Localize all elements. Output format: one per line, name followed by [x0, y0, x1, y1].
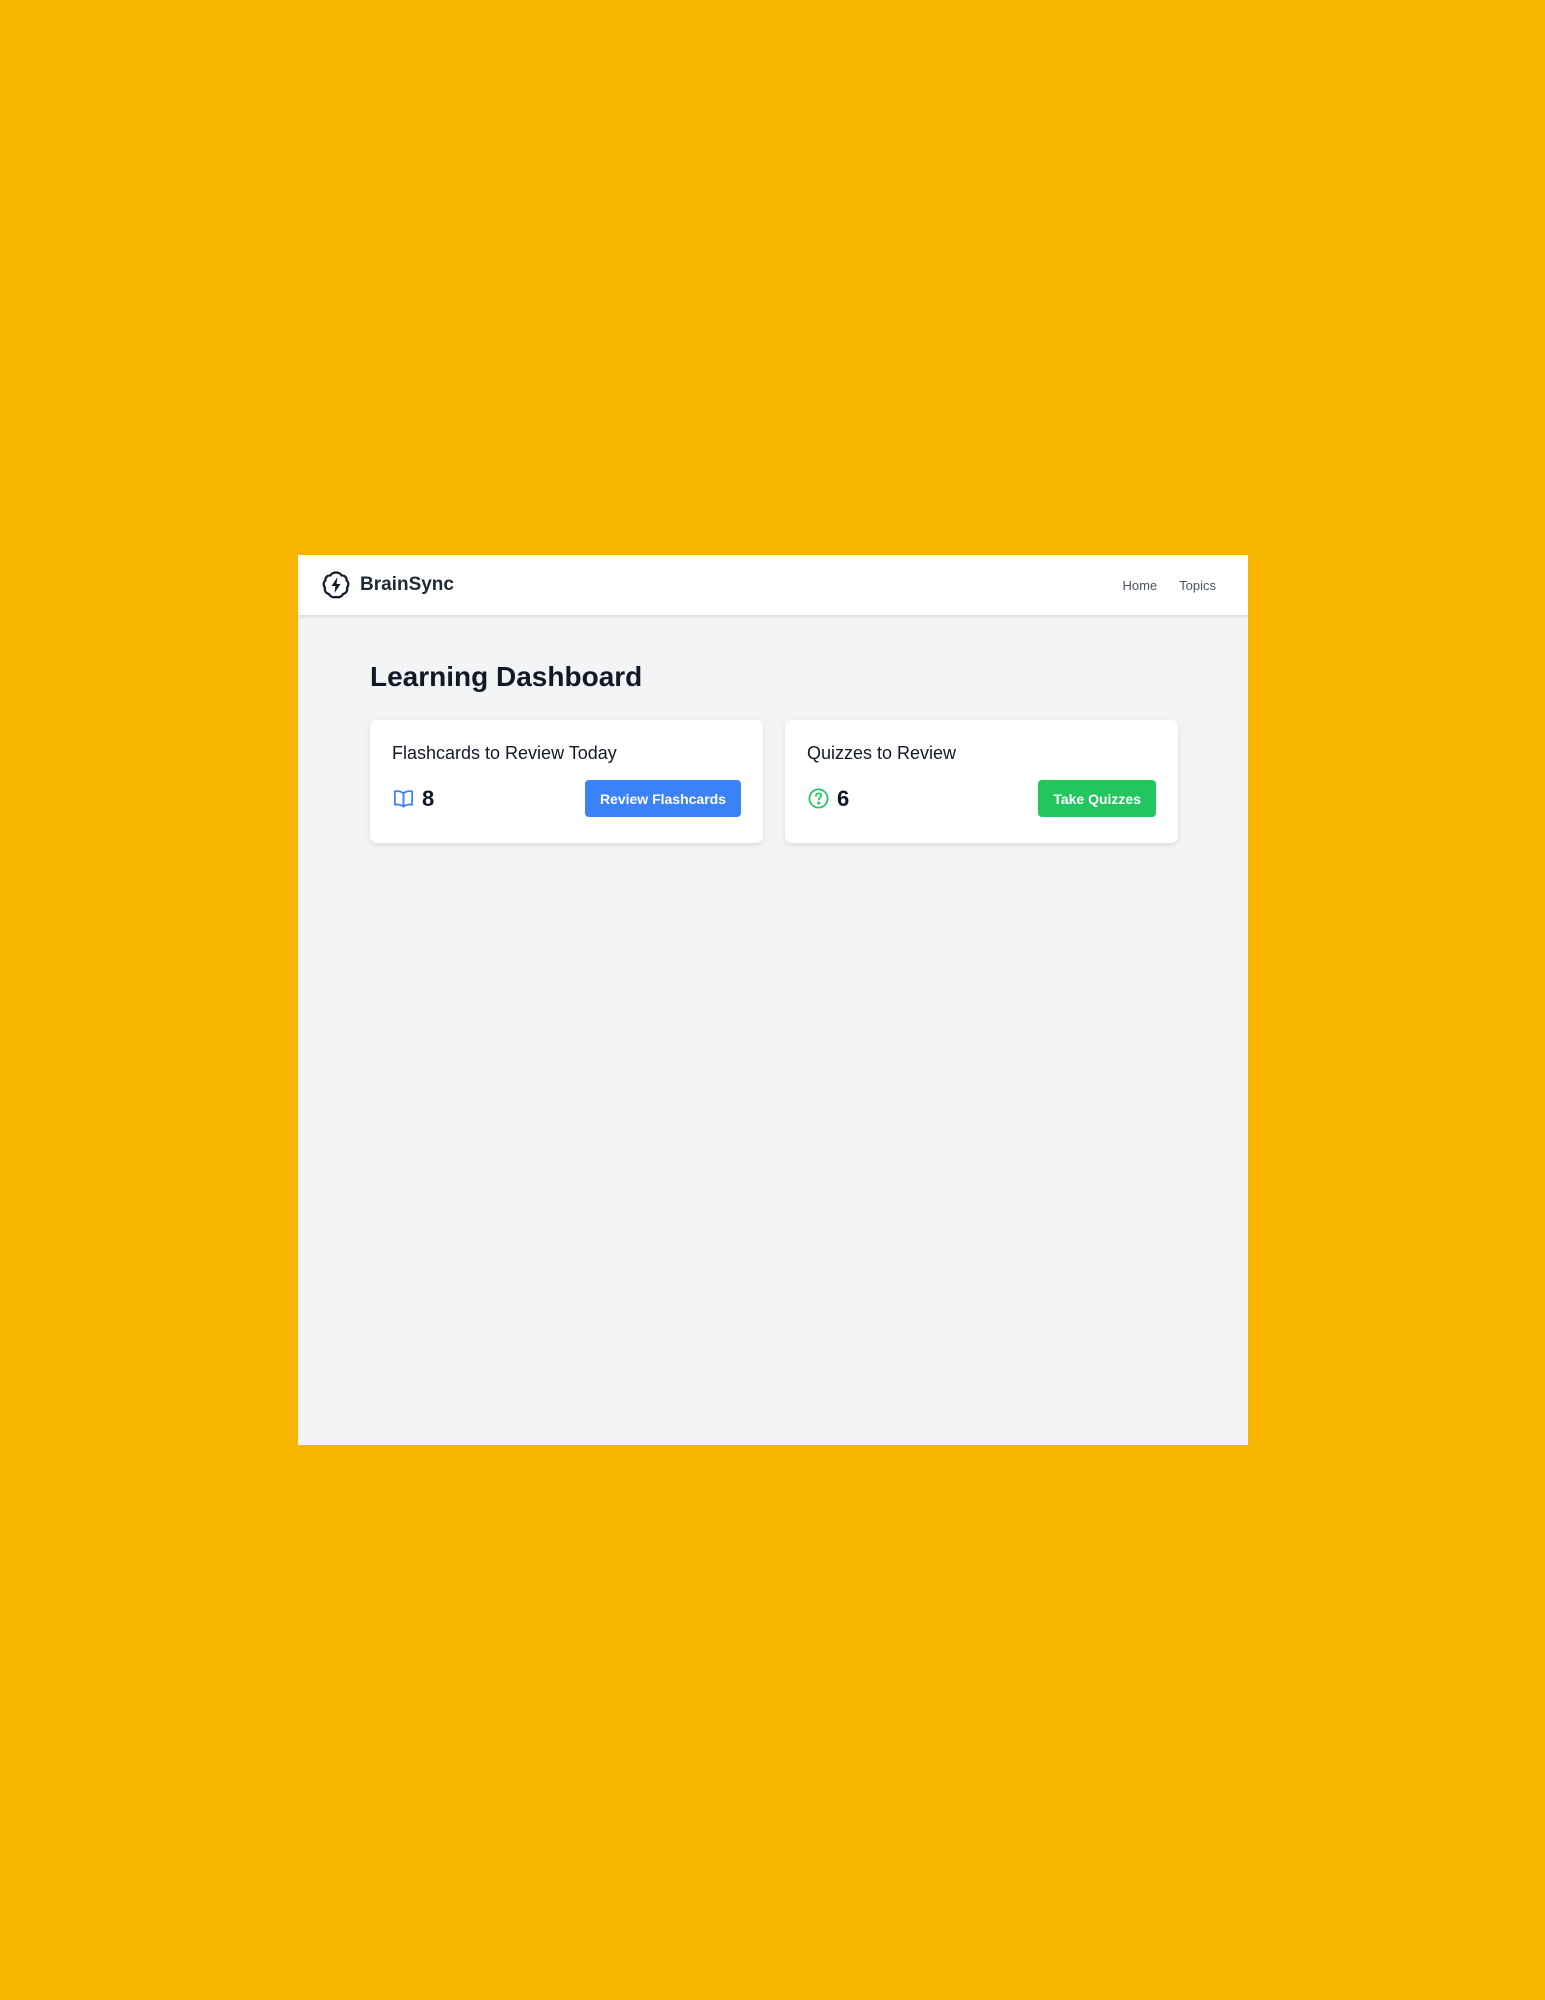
flashcards-card-title: Flashcards to Review Today — [392, 743, 617, 763]
nav-links: Home Topics — [1122, 578, 1216, 593]
nav-link-home[interactable]: Home — [1122, 578, 1157, 593]
flashcards-card-row: 8 Review Flashcards — [392, 780, 741, 817]
flashcards-card: Flashcards to Review Today 8 Review Flas… — [370, 720, 763, 843]
nav-link-topics[interactable]: Topics — [1179, 578, 1216, 593]
book-open-icon — [392, 787, 415, 810]
brand[interactable]: BrainSync — [320, 569, 454, 601]
review-flashcards-button[interactable]: Review Flashcards — [584, 780, 741, 817]
flashcards-count: 8 — [422, 785, 435, 811]
quizzes-stat: 6 — [807, 786, 849, 812]
quizzes-count: 6 — [837, 785, 850, 811]
quizzes-card-row: 6 Take Quizzes — [807, 780, 1156, 817]
app-window: BrainSync Home Topics Learning Dashboard… — [298, 555, 1248, 1445]
brand-name: BrainSync — [360, 574, 454, 595]
page-title: Learning Dashboard — [370, 661, 643, 692]
brain-lightning-icon — [320, 569, 352, 601]
take-quizzes-button[interactable]: Take Quizzes — [1038, 780, 1156, 817]
navbar: BrainSync Home Topics — [298, 555, 1248, 615]
dashboard-main: Learning Dashboard Flashcards to Review … — [298, 615, 1248, 843]
quizzes-card-title: Quizzes to Review — [807, 743, 957, 763]
flashcards-stat: 8 — [392, 786, 434, 812]
card-grid: Flashcards to Review Today 8 Review Flas… — [370, 720, 1178, 843]
quizzes-card: Quizzes to Review 6 Take Quizzes — [785, 720, 1178, 843]
question-circle-icon — [807, 787, 830, 810]
